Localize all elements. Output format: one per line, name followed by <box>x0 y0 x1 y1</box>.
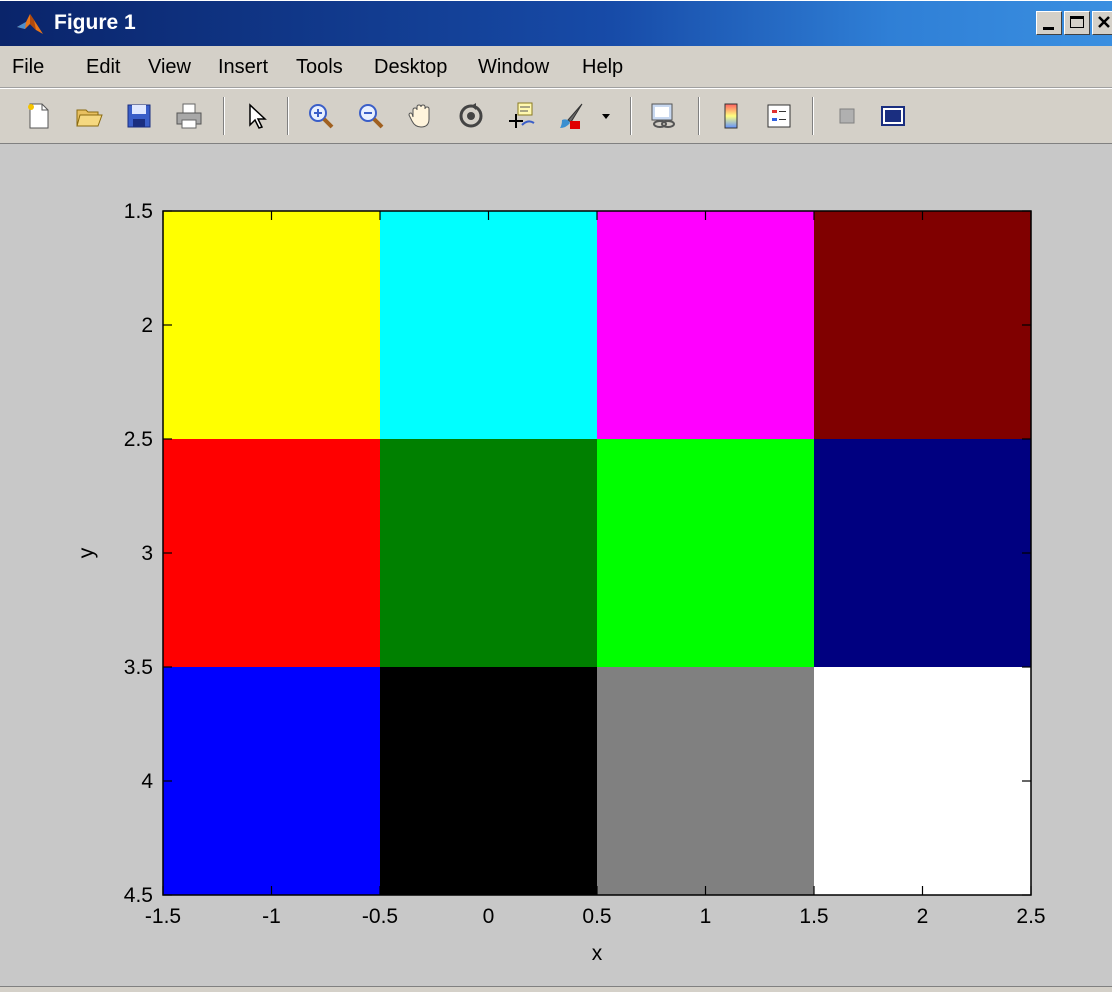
x-tick-label: 1 <box>700 905 712 928</box>
brush-icon[interactable] <box>556 101 586 131</box>
matlab-logo-icon <box>17 14 43 34</box>
zoom-in-icon[interactable] <box>306 101 336 131</box>
x-tick-label: -0.5 <box>362 905 398 928</box>
new-figure-icon[interactable] <box>24 101 54 131</box>
toolbar-separator <box>698 97 700 135</box>
menu-edit[interactable]: Edit <box>86 56 120 79</box>
minimize-icon[interactable] <box>1036 11 1062 35</box>
heatmap-cell <box>380 211 597 439</box>
hide-plot-tools-icon[interactable] <box>832 101 862 131</box>
toolbar-separator <box>630 97 632 135</box>
close-icon[interactable] <box>1092 11 1112 35</box>
heatmap-cell <box>163 667 380 895</box>
heatmap-cell <box>380 439 597 667</box>
link-plot-icon[interactable] <box>648 101 678 131</box>
print-icon[interactable] <box>174 101 204 131</box>
window-controls <box>1036 11 1112 35</box>
window-title: Figure 1 <box>54 11 136 34</box>
data-cursor-icon[interactable] <box>506 101 536 131</box>
menu-bar: File Edit View Insert Tools Desktop Wind… <box>0 46 1112 88</box>
figure-canvas: -1.5 -1 -0.5 0 0.5 1 1.5 2 2.5 1.5 2 2.5 3 3.5 4 4.5 x y <box>6 145 1112 987</box>
toolbar-separator <box>223 97 225 135</box>
title-bar[interactable]: Figure 1 <box>0 0 1112 46</box>
maximize-icon[interactable] <box>1064 11 1090 35</box>
show-plot-tools-icon[interactable] <box>878 101 908 131</box>
insert-legend-icon[interactable] <box>764 101 794 131</box>
heatmap-cell <box>814 667 1031 895</box>
y-tick-label: 3.5 <box>124 656 153 679</box>
x-tick-label: 1.5 <box>799 905 828 928</box>
brush-dropdown-icon[interactable] <box>596 101 616 131</box>
x-tick-label: -1.5 <box>145 905 181 928</box>
menu-desktop[interactable]: Desktop <box>374 56 447 79</box>
y-tick-label: 3 <box>141 542 153 565</box>
x-tick-label: -1 <box>262 905 281 928</box>
zoom-out-icon[interactable] <box>356 101 386 131</box>
menu-insert[interactable]: Insert <box>218 56 268 79</box>
y-tick-label: 2.5 <box>124 428 153 451</box>
menu-help[interactable]: Help <box>582 56 623 79</box>
heatmap-cell <box>597 667 814 895</box>
heatmap-cell <box>597 439 814 667</box>
insert-colorbar-icon[interactable] <box>716 101 746 131</box>
y-tick-label: 2 <box>141 314 153 337</box>
toolbar-separator <box>812 97 814 135</box>
menu-file[interactable]: File <box>12 56 44 79</box>
rotate-3d-icon[interactable] <box>456 101 486 131</box>
pan-hand-icon[interactable] <box>406 101 436 131</box>
y-tick-label: 4.5 <box>124 884 153 907</box>
heatmap-cell <box>597 211 814 439</box>
toolbar-separator <box>287 97 289 135</box>
menu-window[interactable]: Window <box>478 56 549 79</box>
open-file-icon[interactable] <box>74 101 104 131</box>
heatmap-cell <box>163 211 380 439</box>
y-axis-label: y <box>75 547 98 558</box>
edit-plot-arrow-icon[interactable] <box>242 101 272 131</box>
y-tick-label: 4 <box>141 770 153 793</box>
heatmap-plot[interactable]: -1.5 -1 -0.5 0 0.5 1 1.5 2 2.5 1.5 2 2.5 3 3.5 4 4.5 x y <box>6 145 1112 987</box>
x-tick-label: 2.5 <box>1016 905 1045 928</box>
x-tick-label: 0 <box>483 905 495 928</box>
heatmap-cell <box>380 667 597 895</box>
x-tick-label: 2 <box>917 905 929 928</box>
window-bottom-border <box>0 986 1112 992</box>
figure-toolbar <box>0 88 1112 144</box>
x-axis-label: x <box>592 942 603 965</box>
heatmap-cell <box>814 439 1031 667</box>
x-tick-label: 0.5 <box>582 905 611 928</box>
menu-view[interactable]: View <box>148 56 191 79</box>
heatmap-cell <box>814 211 1031 439</box>
figure-window: Figure 1 File Edit View Insert Tools Des… <box>0 0 1112 992</box>
y-tick-label: 1.5 <box>124 200 153 223</box>
save-icon[interactable] <box>124 101 154 131</box>
heatmap-cell <box>163 439 380 667</box>
menu-tools[interactable]: Tools <box>296 56 343 79</box>
